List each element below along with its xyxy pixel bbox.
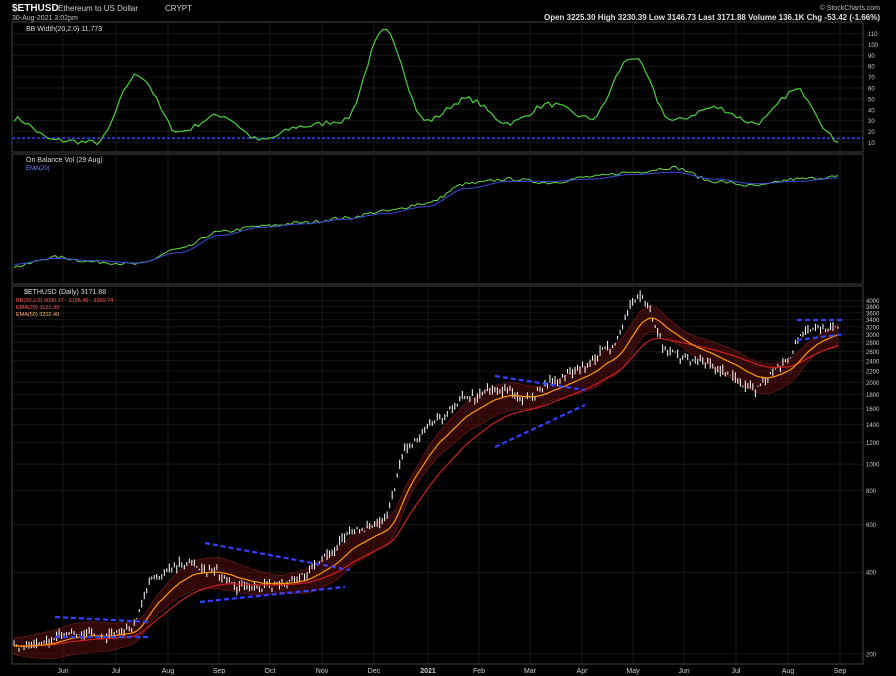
- x-tick-label: Feb: [473, 668, 485, 675]
- quote-line: Open 3225.30 High 3230.39 Low 3146.73 La…: [544, 13, 880, 22]
- x-tick-label: Sep: [213, 668, 226, 675]
- x-tick-label: Jul: [112, 668, 121, 675]
- y-tick-label: 800: [866, 489, 877, 495]
- datetime: 30-Aug-2021 3:02pm: [12, 15, 78, 22]
- symbol: $ETHUSD: [12, 3, 59, 14]
- y-tick-label: 3800: [866, 305, 880, 311]
- y-tick-label: 80: [868, 65, 875, 71]
- watermark: © StockCharts.com: [820, 4, 881, 12]
- x-tick-label: Dec: [368, 668, 381, 675]
- price-label: $ETHUSD (Daily) 3171.88: [24, 289, 106, 296]
- x-tick-label: Apr: [577, 668, 589, 675]
- obv-label: On Balance Vol (29 Aug): [26, 157, 103, 164]
- x-tick-label: Oct: [265, 668, 276, 675]
- y-tick-label: 2800: [866, 341, 880, 347]
- exchange: CRYPT: [165, 4, 192, 13]
- y-tick-label: 3200: [866, 325, 880, 331]
- x-tick-label: Aug: [782, 668, 795, 675]
- y-tick-label: 400: [866, 571, 877, 577]
- y-tick-label: 30: [868, 119, 875, 125]
- y-tick-label: 10: [868, 141, 875, 147]
- y-tick-label: 100: [868, 43, 879, 49]
- price-legend-ema20: EMA(20) 3121.39: [16, 305, 59, 311]
- y-tick-label: 2200: [866, 370, 880, 376]
- y-tick-label: 50: [868, 97, 875, 103]
- y-tick-label: 20: [868, 130, 875, 136]
- y-tick-label: 1800: [866, 393, 880, 399]
- x-tick-label: Mar: [524, 668, 537, 675]
- y-tick-label: 60: [868, 87, 875, 93]
- x-tick-label: Jul: [732, 668, 741, 675]
- y-tick-label: 40: [868, 108, 875, 114]
- y-tick-label: 1000: [866, 463, 880, 469]
- bbwidth-label: BB Width(20,2.0) 11.773: [26, 26, 102, 33]
- y-tick-label: 110: [868, 32, 878, 38]
- y-tick-label: 2400: [866, 359, 880, 365]
- x-tick-label: May: [626, 668, 640, 675]
- x-tick-label: Aug: [162, 668, 175, 675]
- price-legend-ema50: EMA(50) 3202.40: [16, 312, 59, 318]
- y-tick-label: 2600: [866, 350, 880, 356]
- x-tick-label: Sep: [834, 668, 847, 675]
- y-tick-label: 3400: [866, 318, 880, 324]
- x-tick-label: Jun: [678, 668, 689, 675]
- y-tick-label: 1400: [866, 423, 880, 429]
- chart-canvas: $ETHUSD Ethereum to US Dollar CRYPT 30-A…: [0, 0, 896, 676]
- price-legend-bb: BB(20,2.0) 3030.17 - 3195.46 - 3360.74: [16, 298, 113, 304]
- y-tick-label: 2000: [866, 381, 880, 387]
- x-tick-label: 2021: [420, 668, 436, 675]
- y-tick-label: 70: [868, 76, 875, 82]
- x-tick-label: Nov: [316, 668, 329, 675]
- instrument-name: Ethereum to US Dollar: [58, 4, 138, 13]
- y-tick-label: 1200: [866, 441, 880, 447]
- y-tick-label: 3000: [866, 333, 880, 339]
- x-tick-label: Jun: [57, 668, 68, 675]
- y-tick-label: 1600: [866, 407, 880, 413]
- y-tick-label: 90: [868, 54, 875, 60]
- y-tick-label: 3600: [866, 311, 880, 317]
- y-tick-label: 200: [866, 652, 877, 658]
- y-tick-label: 600: [866, 523, 877, 529]
- obv-ema-label: EMA(20): [26, 166, 50, 172]
